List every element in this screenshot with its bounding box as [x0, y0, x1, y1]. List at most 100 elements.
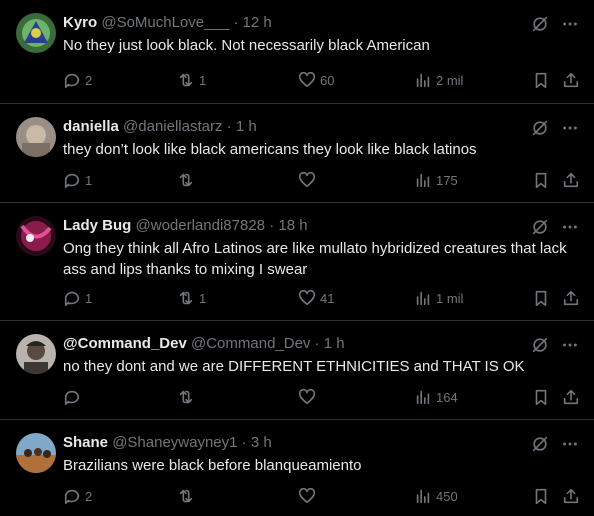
author-name[interactable]: Shane	[63, 434, 108, 451]
reply-icon	[64, 173, 80, 189]
reply-button[interactable]: 1	[63, 170, 92, 190]
share-button[interactable]	[562, 486, 580, 506]
tweet-text: no they dont and we are DIFFERENT ETHNIC…	[63, 358, 525, 375]
author-name[interactable]: Lady Bug	[63, 217, 131, 234]
views-button[interactable]: 1 mil	[414, 288, 463, 308]
views-icon	[416, 173, 430, 188]
share-icon	[563, 488, 579, 504]
action-bar: 2 450	[63, 486, 583, 506]
retweet-button[interactable]	[177, 387, 199, 407]
reply-icon	[64, 291, 80, 307]
tweet[interactable]: Lady Bug @woderlandi87828 · 18 h Ong the…	[0, 203, 594, 321]
reply-button[interactable]: 2	[63, 486, 92, 506]
grok-icon[interactable]	[530, 118, 550, 138]
reply-button[interactable]: 2	[63, 70, 92, 90]
like-count: 41	[320, 290, 335, 306]
tweet[interactable]: @Command_Dev @Command_Dev · 1 h no they …	[0, 321, 594, 420]
author-handle[interactable]: @SoMuchLove___	[101, 14, 229, 31]
reply-button[interactable]	[63, 387, 85, 407]
like-button[interactable]: 60	[298, 70, 334, 90]
view-count: 1 mil	[436, 290, 464, 306]
retweet-button[interactable]	[177, 486, 199, 506]
like-button[interactable]	[298, 486, 320, 506]
views-button[interactable]: 450	[414, 486, 458, 506]
share-icon	[563, 72, 579, 88]
bookmark-button[interactable]	[532, 486, 550, 506]
separator: ·	[314, 335, 320, 352]
tweet[interactable]: daniella @daniellastarz · 1 h they don’t…	[0, 104, 594, 203]
avatar[interactable]	[16, 117, 56, 157]
author-handle[interactable]: @Shaneywayney1	[112, 434, 237, 451]
author-name[interactable]: Kyro	[63, 14, 97, 31]
share-button[interactable]	[562, 288, 580, 308]
retweet-icon	[179, 291, 193, 305]
like-button[interactable]: 41	[298, 288, 334, 308]
views-button[interactable]: 175	[414, 170, 458, 190]
more-icon[interactable]	[560, 335, 580, 355]
reply-count: 1	[85, 290, 93, 306]
tweet-header: Lady Bug @woderlandi87828 · 18 h	[63, 216, 308, 236]
separator: ·	[269, 217, 275, 234]
retweet-button[interactable]: 1	[177, 70, 206, 90]
tweet[interactable]: Shane @Shaneywayney1 · 3 h Brazilians we…	[0, 420, 594, 516]
view-count: 175	[436, 172, 458, 188]
reply-button[interactable]: 1	[63, 288, 92, 308]
author-handle[interactable]: @Command_Dev	[191, 335, 310, 352]
grok-icon[interactable]	[530, 217, 550, 237]
timestamp[interactable]: 1 h	[324, 335, 345, 352]
action-bar: 2 1 60 2 mil	[63, 70, 583, 90]
author-handle[interactable]: @daniellastarz	[123, 118, 222, 135]
like-button[interactable]	[298, 170, 320, 190]
tweet-text: they don’t look like black americans the…	[63, 141, 477, 158]
views-icon	[416, 291, 430, 306]
bookmark-button[interactable]	[532, 387, 550, 407]
share-button[interactable]	[562, 170, 580, 190]
timestamp[interactable]: 3 h	[251, 434, 272, 451]
more-icon[interactable]	[560, 118, 580, 138]
like-button[interactable]	[298, 387, 320, 407]
retweet-icon	[179, 173, 193, 187]
more-icon[interactable]	[560, 14, 580, 34]
author-name[interactable]: daniella	[63, 118, 119, 135]
retweet-button[interactable]: 1	[177, 288, 206, 308]
views-button[interactable]: 2 mil	[414, 70, 463, 90]
views-button[interactable]: 164	[414, 387, 458, 407]
tweet-text: Brazilians were black before blanqueamie…	[63, 457, 362, 474]
more-icon[interactable]	[560, 434, 580, 454]
tweet-text: Ong they think all Afro Latinos are like…	[63, 240, 567, 278]
avatar[interactable]	[16, 216, 56, 256]
reply-count: 1	[85, 172, 93, 188]
heart-icon	[298, 171, 316, 188]
action-bar: 164	[63, 387, 583, 407]
reply-icon	[64, 390, 80, 406]
bookmark-button[interactable]	[532, 288, 550, 308]
timestamp[interactable]: 18 h	[278, 217, 307, 234]
timestamp[interactable]: 12 h	[243, 14, 272, 31]
bookmark-button[interactable]	[532, 70, 550, 90]
avatar[interactable]	[16, 334, 56, 374]
bookmark-button[interactable]	[532, 170, 550, 190]
action-bar: 1 175	[63, 170, 583, 190]
view-count: 450	[436, 488, 458, 504]
retweet-icon	[179, 489, 193, 503]
views-icon	[416, 73, 430, 88]
grok-icon[interactable]	[530, 335, 550, 355]
view-count: 2 mil	[436, 72, 464, 88]
tweet-header: @Command_Dev @Command_Dev · 1 h	[63, 334, 345, 354]
tweet[interactable]: Kyro @SoMuchLove___ · 12 h No they just …	[0, 0, 594, 104]
timestamp[interactable]: 1 h	[236, 118, 257, 135]
grok-icon[interactable]	[530, 434, 550, 454]
bookmark-icon	[535, 290, 547, 307]
share-button[interactable]	[562, 387, 580, 407]
heart-icon	[298, 388, 316, 405]
grok-icon[interactable]	[530, 14, 550, 34]
retweet-icon	[179, 73, 193, 87]
share-button[interactable]	[562, 70, 580, 90]
avatar[interactable]	[16, 433, 56, 473]
more-icon[interactable]	[560, 217, 580, 237]
author-name[interactable]: @Command_Dev	[63, 335, 187, 352]
author-handle[interactable]: @woderlandi87828	[136, 217, 266, 234]
action-bar: 1 1 41 1 mil	[63, 288, 583, 308]
avatar[interactable]	[16, 13, 56, 53]
retweet-button[interactable]	[177, 170, 199, 190]
